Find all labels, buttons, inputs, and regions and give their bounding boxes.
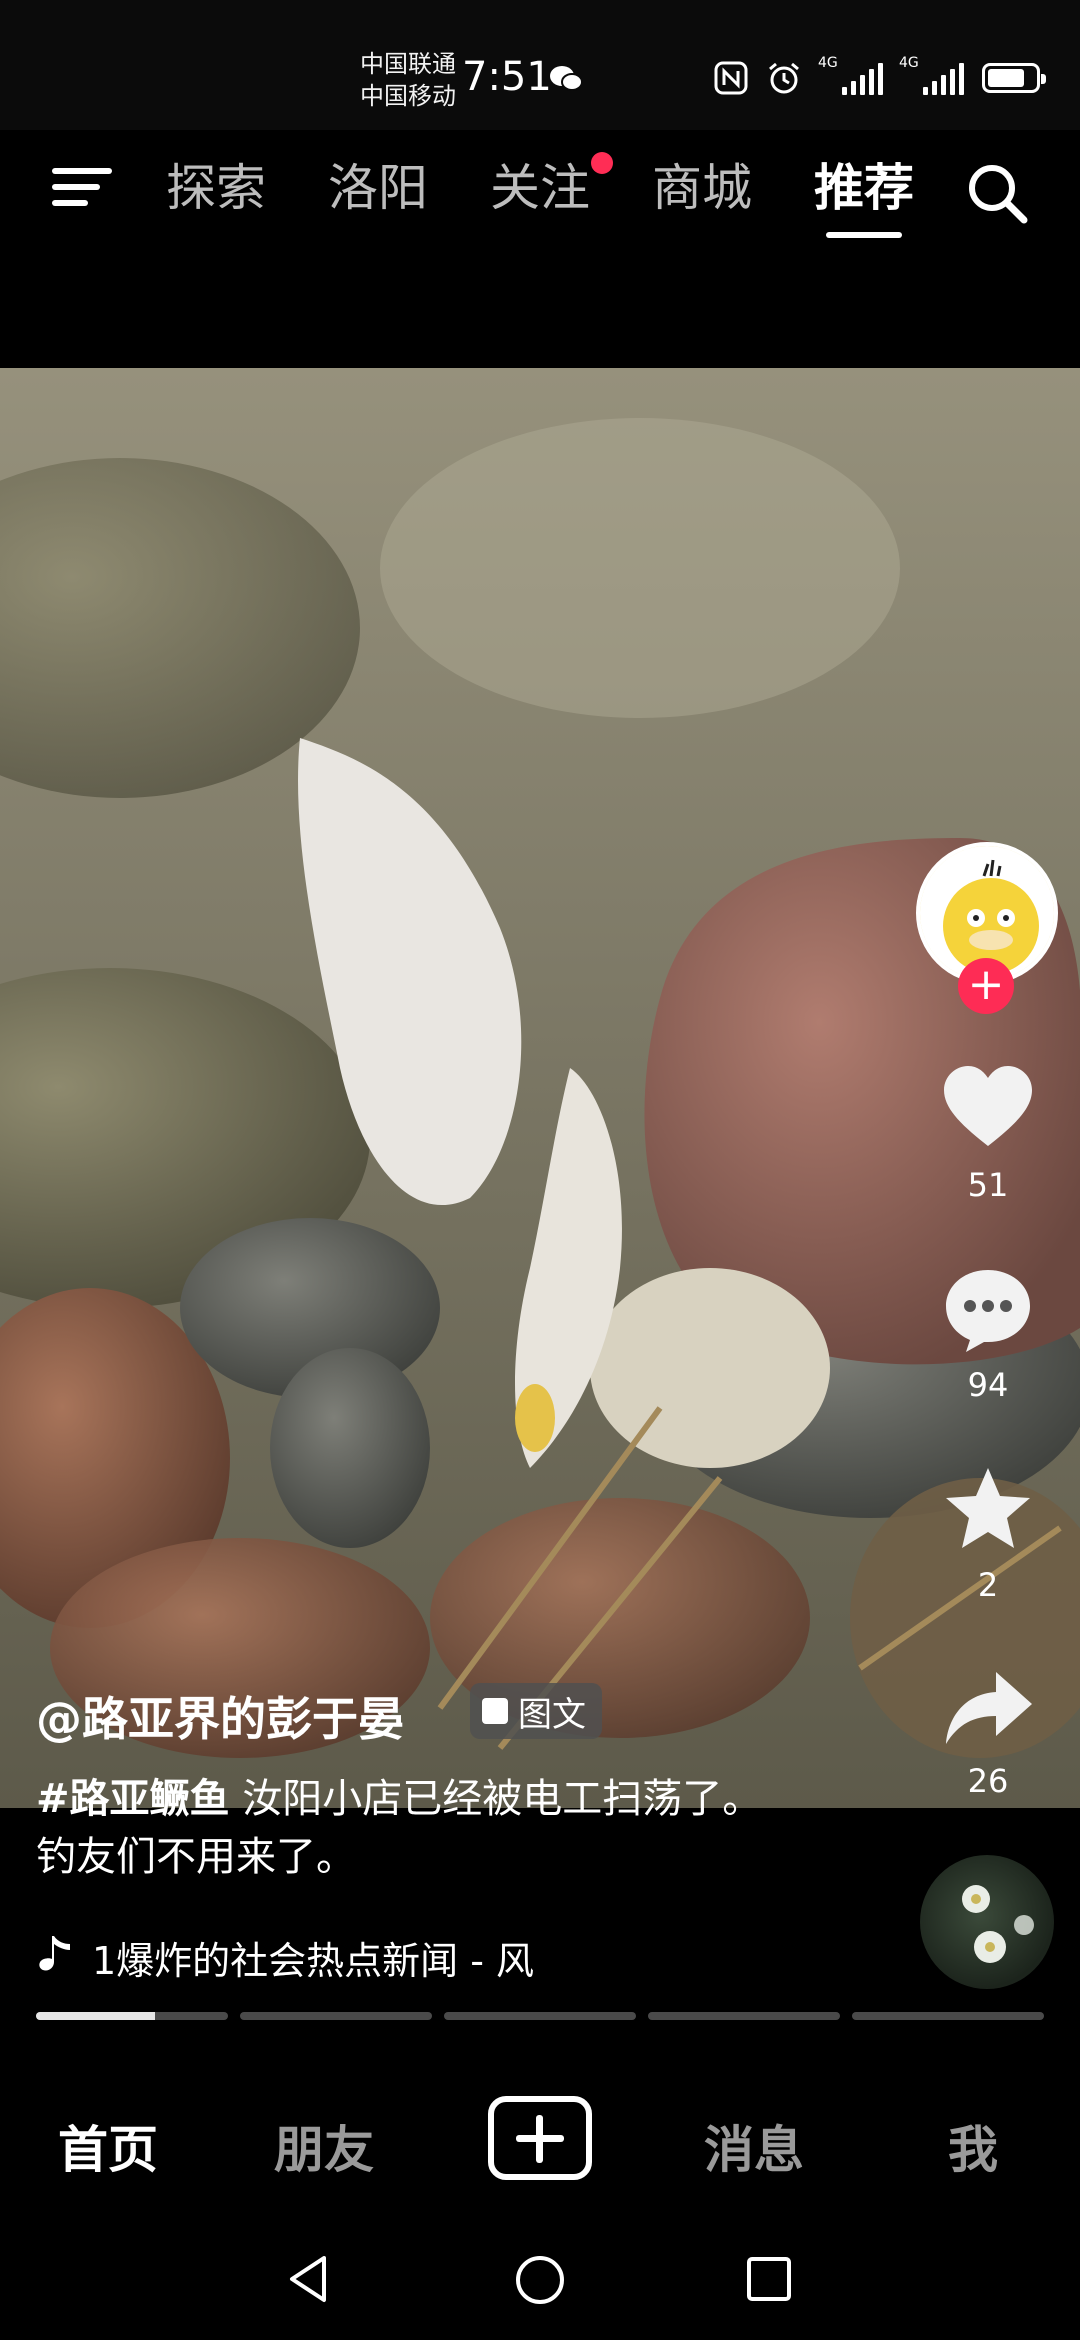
- carrier-info: 中国联通 中国移动: [360, 48, 456, 112]
- status-time: 7:51: [462, 54, 552, 100]
- status-bar: 中国联通 中国移动 7:51 4G 4G: [0, 0, 1080, 130]
- carrier-1: 中国联通: [360, 50, 456, 78]
- recents-square-icon[interactable]: [746, 2256, 792, 2302]
- wechat-icon: [550, 66, 583, 91]
- music-note-icon: [39, 1936, 70, 1971]
- music-title[interactable]: 1爆炸的社会热点新闻 - 风: [92, 1930, 534, 1985]
- tab-mall[interactable]: 商城: [652, 158, 752, 218]
- like-count: 51: [967, 1166, 1009, 1204]
- progress-segment: [648, 2012, 840, 2020]
- star-icon[interactable]: [940, 1464, 1036, 1554]
- alarm-icon: [769, 62, 799, 94]
- flower-disc-icon: [962, 1885, 1034, 1963]
- author-name[interactable]: @路亚界的彭于晏: [36, 1683, 404, 1749]
- share-icon[interactable]: [940, 1664, 1036, 1754]
- post-type-badge: 图文: [470, 1683, 602, 1739]
- nfc-icon: [714, 61, 748, 95]
- system-nav-bar: [0, 2220, 1080, 2340]
- progress-segment: [444, 2012, 636, 2020]
- battery-icon: [982, 63, 1046, 93]
- post-caption[interactable]: #路亚鳜鱼 汝阳小店已经被电工扫荡了。钓友们不用来了。: [36, 1770, 776, 1886]
- music-disc[interactable]: [920, 1855, 1054, 1989]
- back-icon[interactable]: [286, 2254, 330, 2304]
- menu-icon[interactable]: [52, 162, 112, 212]
- image-progress: [36, 2012, 1044, 2020]
- notification-dot: [591, 152, 613, 174]
- tab-following[interactable]: 关注: [490, 158, 590, 218]
- network-type-1: 4G: [818, 55, 838, 71]
- signal-icon: 4G: [818, 55, 883, 95]
- nav-me[interactable]: 我: [948, 2110, 998, 2182]
- tab-recommend[interactable]: 推荐: [814, 158, 914, 238]
- nav-home[interactable]: 首页: [58, 2110, 158, 2182]
- comment-icon[interactable]: [940, 1264, 1036, 1354]
- share-count: 26: [967, 1762, 1009, 1800]
- image-text-icon: [482, 1698, 508, 1724]
- tab-local[interactable]: 洛阳: [328, 158, 428, 218]
- create-post-button[interactable]: [488, 2096, 592, 2180]
- nav-messages[interactable]: 消息: [704, 2110, 804, 2182]
- home-circle-icon[interactable]: [514, 2254, 566, 2306]
- progress-segment: [852, 2012, 1044, 2020]
- status-icons: 4G 4G: [714, 55, 1046, 98]
- signal-icon: 4G: [899, 55, 964, 95]
- progress-segment: [240, 2012, 432, 2020]
- post-image[interactable]: [0, 368, 1080, 1808]
- photo-scene: [0, 368, 1080, 1808]
- carrier-2: 中国移动: [360, 82, 456, 110]
- hashtag[interactable]: #路亚鳜鱼: [36, 1776, 230, 1822]
- nav-friends[interactable]: 朋友: [274, 2110, 374, 2182]
- post-type-label: 图文: [518, 1694, 586, 1735]
- network-type-2: 4G: [899, 55, 919, 71]
- comment-count: 94: [967, 1366, 1009, 1404]
- progress-segment: [36, 2012, 228, 2020]
- heart-icon[interactable]: [940, 1062, 1036, 1152]
- favorite-count: 2: [977, 1566, 999, 1604]
- tab-explore[interactable]: 探索: [166, 158, 266, 218]
- search-icon[interactable]: [964, 160, 1030, 226]
- follow-button[interactable]: +: [958, 958, 1014, 1014]
